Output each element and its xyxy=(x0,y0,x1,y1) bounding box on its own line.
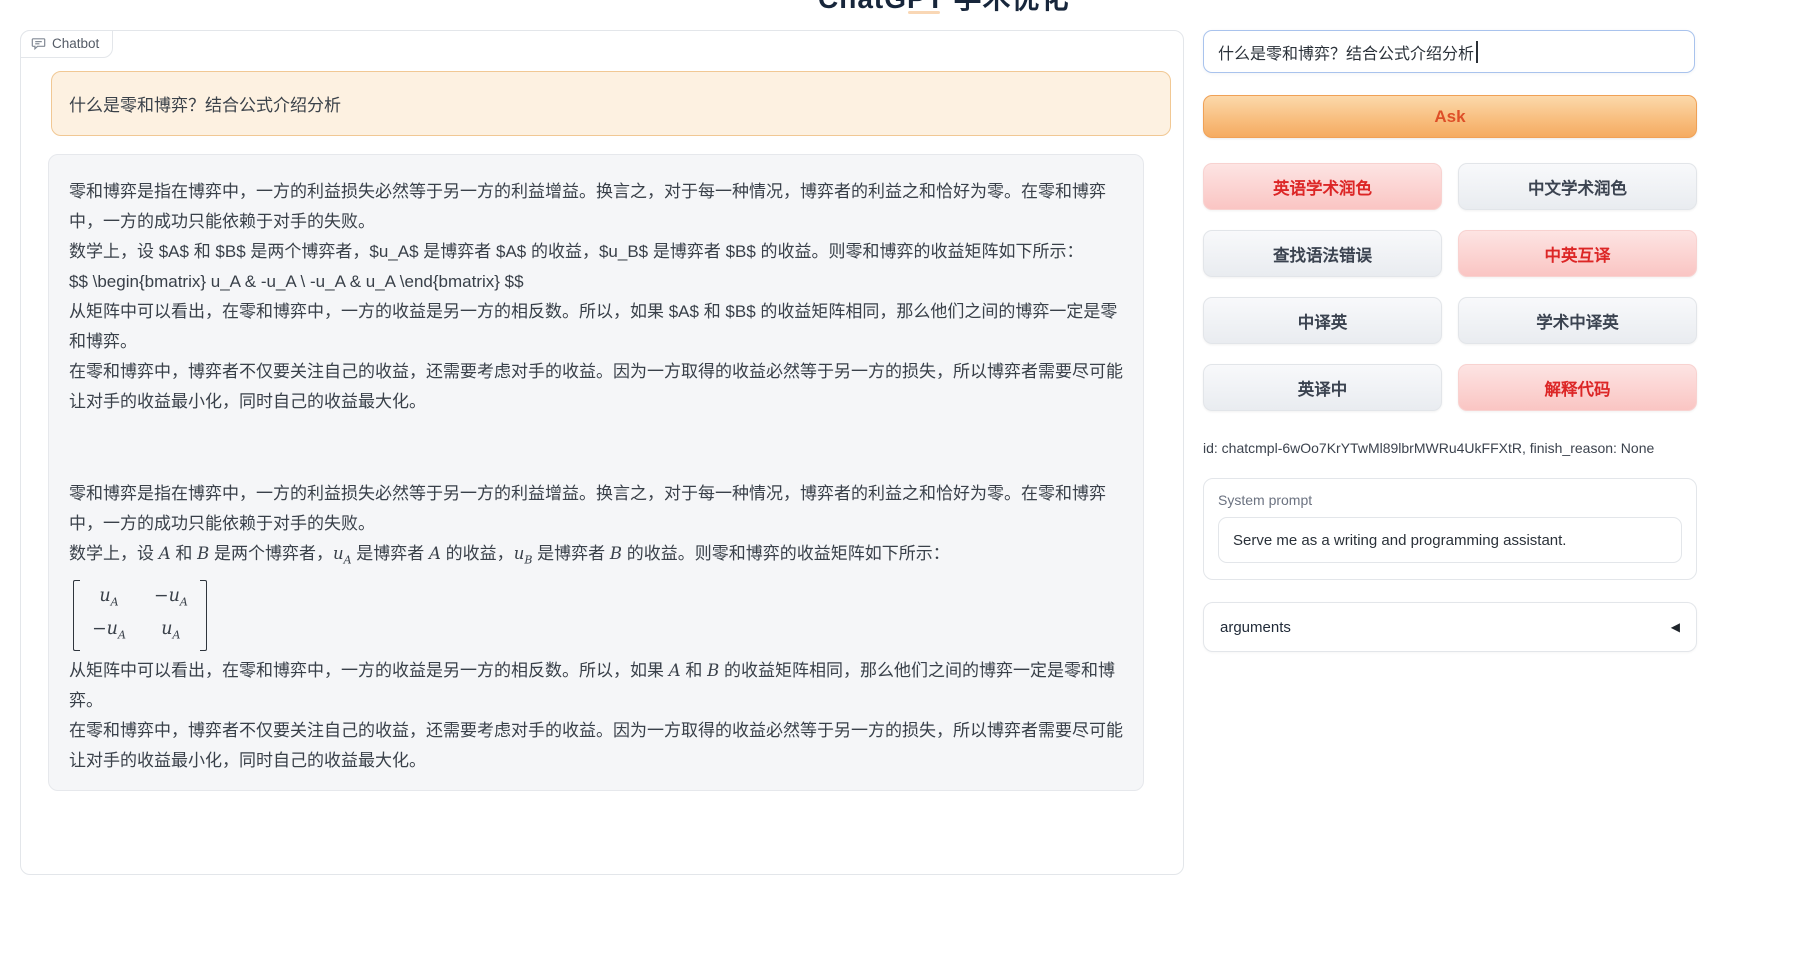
bot-rendered-paragraph: 从矩阵中可以看出，在零和博弈中，一方的收益是另一方的相反数。所以，如果 A 和 … xyxy=(69,656,1123,716)
chatbot-panel: Chatbot 什么是零和博弈？结合公式介绍分析 零和博弈是指在博弈中，一方的利… xyxy=(20,30,1184,875)
btn-zh-to-en[interactable]: 中译英 xyxy=(1203,297,1442,344)
message-gap xyxy=(69,417,1123,479)
bot-raw-block: 零和博弈是指在博弈中，一方的利益损失必然等于另一方的利益增益。换言之，对于每一种… xyxy=(69,177,1123,417)
btn-chinese-academic-polish[interactable]: 中文学术润色 xyxy=(1458,163,1697,210)
btn-academic-zh-to-en[interactable]: 学术中译英 xyxy=(1458,297,1697,344)
system-prompt-card: System prompt Serve me as a writing and … xyxy=(1203,478,1697,580)
quick-actions-grid: 英语学术润色 中文学术润色 查找语法错误 中英互译 中译英 学术中译英 英译中 … xyxy=(1203,163,1697,411)
user-message-text: 什么是零和博弈？结合公式介绍分析 xyxy=(69,91,341,116)
bot-rendered-paragraph: 零和博弈是指在博弈中，一方的利益损失必然等于另一方的利益增益。换言之，对于每一种… xyxy=(69,479,1123,539)
status-text: id: chatcmpl-6wOo7KrYTwMl89lbrMWRu4UkFFX… xyxy=(1203,440,1773,456)
payoff-matrix: uA−uA−uAuA xyxy=(73,580,207,651)
chat-bubble-icon xyxy=(31,36,46,51)
math-formula-raw: $$ \begin{bmatrix} u_A & -u_A \ -u_A & u… xyxy=(69,267,1123,297)
chatbot-label-tab: Chatbot xyxy=(20,30,113,58)
bot-rendered-paragraph: 数学上，设 A 和 B 是两个博弈者，uA 是博弈者 A 的收益，uB 是博弈者… xyxy=(69,539,1123,575)
btn-explain-code[interactable]: 解释代码 xyxy=(1458,364,1697,411)
system-prompt-value: Serve me as a writing and programming as… xyxy=(1233,532,1566,549)
btn-zh-en-mutual-translate[interactable]: 中英互译 xyxy=(1458,230,1697,277)
matrix-left-bracket xyxy=(73,580,80,651)
bot-raw-paragraph: 零和博弈是指在博弈中，一方的利益损失必然等于另一方的利益增益。换言之，对于每一种… xyxy=(69,177,1123,237)
bot-message-bubble: 零和博弈是指在博弈中，一方的利益损失必然等于另一方的利益增益。换言之，对于每一种… xyxy=(48,154,1144,791)
system-prompt-input[interactable]: Serve me as a writing and programming as… xyxy=(1218,517,1682,563)
bot-rendered-block: 零和博弈是指在博弈中，一方的利益损失必然等于另一方的利益增益。换言之，对于每一种… xyxy=(69,479,1123,776)
bot-rendered-paragraph: 在零和博弈中，博弈者不仅要关注自己的收益，还需要考虑对手的收益。因为一方取得的收… xyxy=(69,716,1123,776)
btn-english-academic-polish[interactable]: 英语学术润色 xyxy=(1203,163,1442,210)
btn-find-grammar-errors[interactable]: 查找语法错误 xyxy=(1203,230,1442,277)
bot-raw-paragraph: 数学上，设 $A$ 和 $B$ 是两个博弈者，$u_A$ 是博弈者 $A$ 的收… xyxy=(69,237,1123,267)
bot-raw-paragraph: 从矩阵中可以看出，在零和博弈中，一方的收益是另一方的相反数。所以，如果 $A$ … xyxy=(69,297,1123,357)
collapse-arrow-icon: ◀ xyxy=(1671,620,1680,634)
title-underline-fragment xyxy=(908,11,940,14)
system-prompt-label: System prompt xyxy=(1218,492,1682,508)
ask-button[interactable]: Ask xyxy=(1203,95,1697,138)
matrix-right-bracket xyxy=(200,580,207,651)
clipped-page-title: ChatGPT 学术优化 xyxy=(818,0,1070,17)
bot-raw-paragraph: 在零和博弈中，博弈者不仅要关注自己的收益，还需要考虑对手的收益。因为一方取得的收… xyxy=(69,357,1123,417)
btn-en-to-zh[interactable]: 英译中 xyxy=(1203,364,1442,411)
user-message-bubble: 什么是零和博弈？结合公式介绍分析 xyxy=(51,71,1171,136)
arguments-accordion[interactable]: arguments ◀ xyxy=(1203,602,1697,652)
question-input-value: 什么是零和博弈？结合公式介绍分析 xyxy=(1218,40,1474,64)
question-input[interactable]: 什么是零和博弈？结合公式介绍分析 xyxy=(1203,30,1695,73)
accordion-label: arguments xyxy=(1220,619,1291,636)
matrix-cells: uA−uA−uAuA xyxy=(80,580,200,651)
text-caret xyxy=(1476,41,1478,63)
chatbot-label: Chatbot xyxy=(52,36,99,51)
